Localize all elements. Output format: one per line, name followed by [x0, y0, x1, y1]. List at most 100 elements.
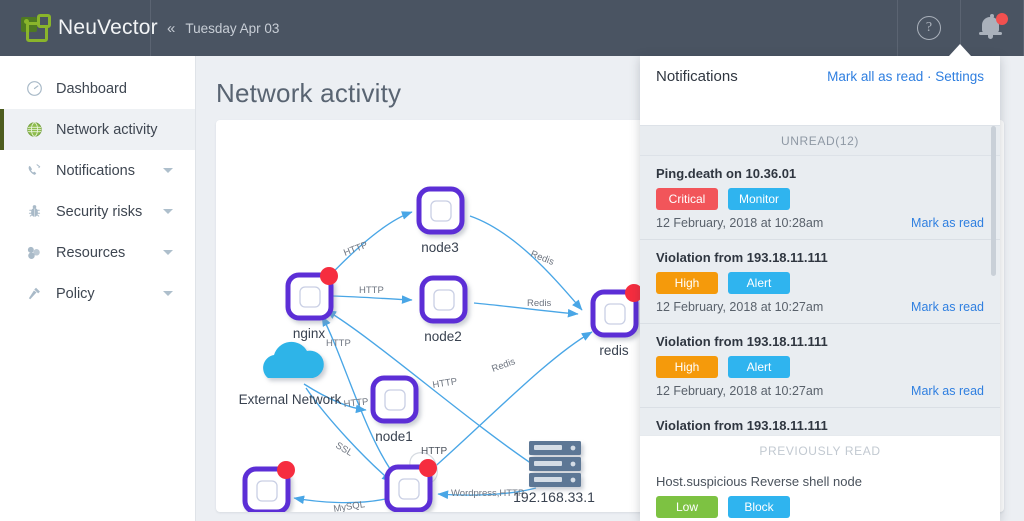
edge-label: HTTP — [359, 285, 384, 296]
action-badge: Alert — [728, 356, 790, 378]
mark-as-read-link[interactable]: Mark as read — [911, 300, 984, 314]
notification-title: Host.suspicious Reverse shell node — [656, 474, 862, 489]
chevron-down-icon[interactable] — [163, 168, 173, 173]
notifications-panel-actions: Mark all as read · Settings — [827, 69, 984, 84]
sidebar-item-dashboard[interactable]: Dashboard — [0, 68, 195, 109]
help-circle-icon: ? — [917, 16, 941, 40]
brand-name: NeuVector — [58, 16, 158, 39]
notification-item[interactable]: Violation from 193.18.11.111 High Alert … — [640, 240, 1000, 324]
edge-label: MySQL — [333, 499, 366, 512]
graph-node-redis[interactable]: redis — [590, 284, 643, 358]
unread-section-header: UNREAD(12) — [640, 125, 1000, 156]
notifications-panel-header: Notifications Mark all as read · Setting… — [640, 56, 1000, 96]
chevron-double-left-icon[interactable]: « — [167, 21, 175, 36]
edge-label: HTTP — [421, 446, 447, 457]
node-label: node3 — [421, 240, 459, 255]
node-label: redis — [599, 343, 629, 358]
sidebar-item-label: Resources — [56, 244, 126, 261]
blocks-icon — [24, 244, 44, 262]
server-icon — [529, 441, 581, 487]
phone-icon — [24, 162, 44, 179]
severity-badge: Critical — [656, 188, 718, 210]
graph-node-node1[interactable]: node1 — [370, 375, 419, 444]
severity-badge: High — [656, 272, 718, 294]
notifications-scroll-area[interactable]: UNREAD(12) Ping.death on 10.36.01 Critic… — [640, 125, 1000, 521]
bug-icon — [24, 203, 44, 220]
sidebar-item-label: Policy — [56, 285, 95, 302]
action-badge: Alert — [728, 272, 790, 294]
read-section-header: PREVIOUSLY READ — [640, 435, 1000, 466]
severity-badge: High — [656, 356, 718, 378]
sidebar-item-resources[interactable]: Resources — [0, 232, 195, 273]
notification-item[interactable]: Ping.death on 10.36.01 Critical Monitor … — [640, 156, 1000, 240]
settings-link[interactable]: Settings — [935, 69, 984, 84]
sidebar-item-label: Security risks — [56, 203, 143, 220]
notification-item[interactable]: Violation from 193.18.11.111 High Alert … — [640, 324, 1000, 408]
notification-time: 12 February, 2018 at 10:28am — [656, 216, 824, 230]
sidebar: Dashboard Network activity Notifications… — [0, 56, 196, 521]
edge-label: Redis — [529, 249, 556, 268]
edge-label: HTTP — [343, 396, 369, 410]
notification-title: Violation from 193.18.11.111 — [656, 334, 828, 349]
edge-label: Redis — [527, 298, 552, 309]
graph-node-wordpress[interactable]: wordpress — [376, 459, 440, 512]
mark-as-read-link[interactable]: Mark as read — [911, 384, 984, 398]
date-block: « Tuesday Apr 03 — [151, 21, 897, 36]
cloud-icon — [263, 341, 324, 378]
edge-label: HTTP — [432, 376, 458, 391]
sidebar-item-network-activity[interactable]: Network activity — [0, 109, 195, 150]
actions-separator: · — [923, 68, 936, 84]
edge-label: HTTP — [342, 240, 369, 259]
chevron-down-icon[interactable] — [163, 291, 173, 296]
sidebar-item-notifications[interactable]: Notifications — [0, 150, 195, 191]
notification-footer: 12 February, 2018 at 10:27am Mark as rea… — [656, 384, 984, 398]
node-label: node1 — [375, 429, 413, 444]
current-date-label: Tuesday Apr 03 — [185, 20, 280, 36]
graph-node-nginx[interactable]: nginx — [285, 267, 338, 341]
node-alert-dot — [277, 461, 295, 479]
notification-time: 12 February, 2018 at 10:27am — [656, 300, 824, 314]
top-bar: NeuVector « Tuesday Apr 03 ? — [0, 0, 1024, 56]
sidebar-item-label: Dashboard — [56, 80, 127, 97]
edge-label: HTTP — [326, 338, 351, 349]
severity-badge: Low — [656, 496, 718, 518]
graph-node-mysql[interactable]: mysql — [242, 461, 295, 512]
read-section-header-wrap: PREVIOUSLY READ — [640, 435, 1000, 466]
sidebar-item-policy[interactable]: Policy — [0, 273, 195, 314]
panel-pointer-arrow — [949, 44, 971, 56]
notification-title: Violation from 193.18.11.111 — [656, 418, 828, 433]
node-alert-dot — [320, 267, 338, 285]
notification-item[interactable]: Host.suspicious Reverse shell node Low B… — [640, 464, 1000, 521]
read-stack: Host.suspicious Reverse shell node Low B… — [640, 464, 1000, 521]
sidebar-item-security-risks[interactable]: Security risks — [0, 191, 195, 232]
notification-badge-dot — [996, 13, 1008, 25]
graph-node-node2[interactable]: node2 — [419, 275, 468, 344]
notification-title: Violation from 193.18.11.111 — [656, 250, 828, 265]
mark-all-as-read-link[interactable]: Mark all as read — [827, 69, 923, 84]
bell-icon — [979, 13, 1008, 41]
panel-scrollbar-thumb[interactable] — [991, 126, 996, 276]
app-root: NeuVector « Tuesday Apr 03 ? Dashboard N… — [0, 0, 1024, 521]
chevron-down-icon[interactable] — [163, 209, 173, 214]
graph-node-host[interactable]: 192.168.33.1 — [513, 441, 595, 505]
node-label: nginx — [293, 326, 326, 341]
action-badge: Block — [728, 496, 790, 518]
graph-node-node3[interactable]: node3 — [416, 186, 465, 255]
graph-node-external-network[interactable]: External Network — [239, 341, 342, 407]
sidebar-item-label: Notifications — [56, 162, 135, 179]
mark-as-read-link[interactable]: Mark as read — [911, 216, 984, 230]
action-badge: Monitor — [728, 188, 790, 210]
brand[interactable]: NeuVector — [0, 0, 158, 56]
notifications-panel[interactable]: Notifications Mark all as read · Setting… — [640, 56, 1000, 521]
globe-icon — [24, 121, 44, 138]
notification-chips: Critical Monitor — [656, 188, 984, 210]
notification-chips: High Alert — [656, 272, 984, 294]
notification-footer: 12 February, 2018 at 10:28am Mark as rea… — [656, 216, 984, 230]
gauge-icon — [24, 80, 44, 97]
notification-title: Ping.death on 10.36.01 — [656, 166, 797, 181]
node-alert-dot — [419, 459, 437, 477]
chevron-down-icon[interactable] — [163, 250, 173, 255]
neuvector-logo-icon — [18, 12, 52, 44]
notification-time: 12 February, 2018 at 10:27am — [656, 384, 824, 398]
panel-scrollbar[interactable] — [991, 56, 998, 521]
